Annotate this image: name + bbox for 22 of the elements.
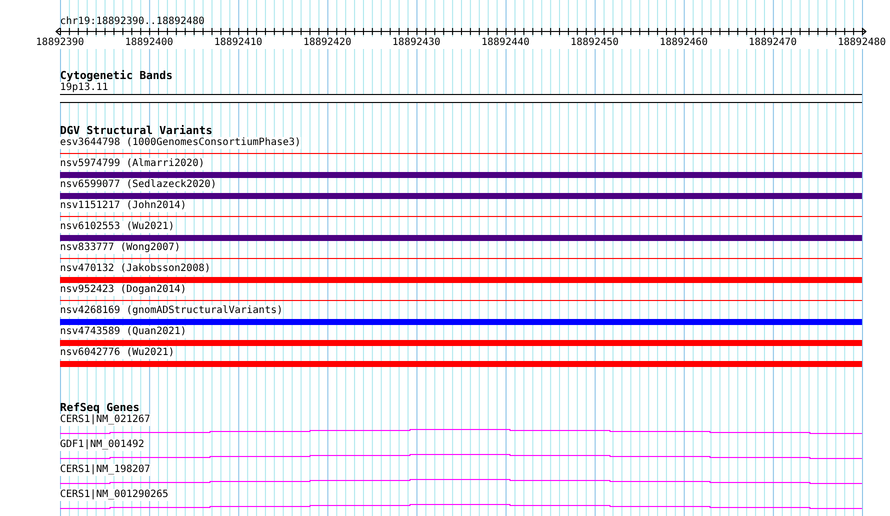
track-title: Cytogenetic Bands bbox=[60, 69, 174, 82]
variant-label: nsv6599077 (Sedlazeck2020) bbox=[60, 179, 217, 191]
gene-label: CERS1|NM_001290265 bbox=[60, 489, 168, 501]
track-title: RefSeq Genes bbox=[60, 401, 140, 414]
ruler-tick-label: 18892420 bbox=[282, 37, 372, 49]
variant-label: nsv6042776 (Wu2021) bbox=[60, 347, 174, 359]
variant-label: nsv6102553 (Wu2021) bbox=[60, 221, 174, 233]
variant-label: nsv470132 (Jakobsson2008) bbox=[60, 263, 211, 275]
variant-label: nsv1151217 (John2014) bbox=[60, 200, 186, 212]
gene-label: CERS1|NM_021267 bbox=[60, 414, 150, 426]
gene-label: GDF1|NM_001492 bbox=[60, 439, 144, 451]
variant-label: nsv833777 (Wong2007) bbox=[60, 242, 180, 254]
band-label: 19p13.11 bbox=[60, 82, 108, 94]
gene-label: CERS1|NM_198207 bbox=[60, 464, 150, 476]
variant-label: nsv4743589 (Quan2021) bbox=[60, 326, 186, 338]
track-title: DGV Structural Variants bbox=[60, 124, 214, 137]
genomic-position: chr19:18892390..18892480 bbox=[60, 16, 206, 27]
variant-label: nsv952423 (Dogan2014) bbox=[60, 284, 186, 296]
variant-label: nsv4268169 (gnomADStructuralVariants) bbox=[60, 305, 283, 317]
ruler-tick-label: 18892470 bbox=[728, 37, 818, 49]
variant-label: nsv5974799 (Almarri2020) bbox=[60, 158, 204, 170]
variant-label: esv3644798 (1000GenomesConsortiumPhase3) bbox=[60, 137, 301, 149]
